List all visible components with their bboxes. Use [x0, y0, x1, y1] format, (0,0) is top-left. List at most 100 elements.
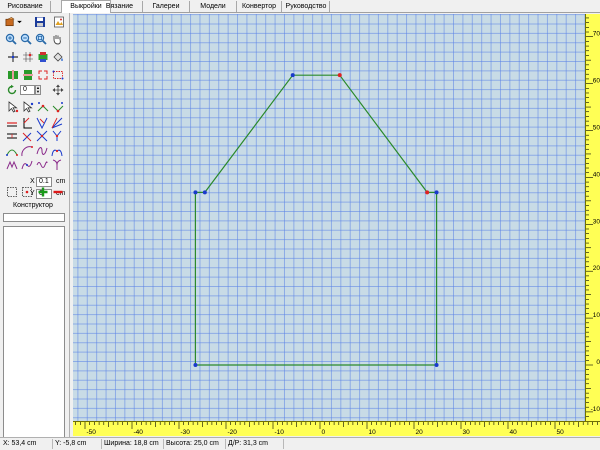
join-node-button[interactable]: [51, 100, 64, 113]
dotted-frame-icon: [52, 70, 63, 79]
curve-tool-button[interactable]: [5, 144, 18, 157]
status-cursor-y: Y: -5,8 cm: [53, 439, 102, 449]
pattern-vertex-4[interactable]: [425, 190, 430, 195]
mirror-vertical-button[interactable]: [21, 68, 34, 81]
angle-tool-button[interactable]: [35, 116, 48, 129]
h-ruler-label: -20: [228, 429, 238, 436]
pattern-vertex-5[interactable]: [337, 73, 342, 78]
grid-point-icon: [22, 51, 33, 62]
pencil-box-icon: [5, 16, 15, 26]
h-ruler-label: 40: [510, 429, 518, 436]
rotate-button[interactable]: [5, 83, 18, 96]
select-node-button[interactable]: [21, 100, 34, 113]
branch-curve-button[interactable]: [50, 158, 63, 171]
bisector-tool-button[interactable]: [50, 116, 63, 129]
horizontal-ruler: -50 -40 -30 -20 -10 0 10 20 30 40 50: [73, 421, 600, 436]
constructor-label: Конструктор: [13, 202, 53, 209]
add-point-button[interactable]: [6, 50, 19, 63]
h-ruler-label: 10: [369, 429, 377, 436]
floppy-disk-icon: [34, 16, 45, 27]
branch-curve-icon: [52, 159, 61, 170]
extend-line-button[interactable]: [20, 129, 33, 142]
move-arrows-icon: [52, 84, 63, 95]
pattern-vertex-3[interactable]: [434, 190, 439, 195]
fill-shape-button[interactable]: [51, 50, 64, 63]
pleat-tool-button[interactable]: [20, 158, 33, 171]
dart-tool-button[interactable]: [5, 158, 18, 171]
wave-icon: [36, 160, 47, 168]
image-file-icon: [53, 16, 64, 27]
wave-tool-button[interactable]: [35, 158, 48, 171]
print-preview-button[interactable]: [52, 15, 65, 28]
constructor-list[interactable]: [3, 226, 65, 446]
offset-line-button[interactable]: [5, 129, 18, 142]
stepper-arrows-icon: ▲ ▼: [36, 85, 40, 94]
select-in-region-button[interactable]: [20, 185, 33, 198]
fork-lines-button[interactable]: [50, 129, 63, 142]
zoom-out-icon: [20, 33, 32, 45]
vertical-ruler: 70 60 50 40 30 20 10 0 -10: [585, 14, 600, 421]
tab-6[interactable]: Конвертор: [237, 1, 282, 12]
pattern-vertex-1[interactable]: [193, 363, 198, 367]
save-button[interactable]: [33, 15, 46, 28]
mirror-horizontal-button[interactable]: [6, 68, 19, 81]
extend-line-icon: [22, 132, 31, 141]
tab-4[interactable]: Галереи: [143, 1, 190, 12]
perpendicular-tool-button[interactable]: [20, 116, 33, 129]
status-width: Ширина: 18,8 cm: [102, 439, 164, 449]
select-arrow-button[interactable]: [6, 100, 19, 113]
crosshair-point-icon: [7, 51, 18, 62]
pattern-shape[interactable]: [73, 14, 585, 421]
constructor-input[interactable]: [3, 213, 65, 222]
cross-lines-button[interactable]: [35, 129, 48, 142]
tab-5[interactable]: Модели: [190, 1, 237, 12]
corner-select-button[interactable]: [36, 68, 49, 81]
split-node-button[interactable]: [36, 100, 49, 113]
pattern-vertex-6[interactable]: [290, 73, 295, 78]
pattern-vertex-2[interactable]: [434, 363, 439, 367]
v-ruler-label: 70: [593, 31, 600, 38]
spline-tool-button[interactable]: [35, 144, 48, 157]
tab-7[interactable]: Руководство: [283, 1, 330, 12]
color-blocks-icon: [38, 51, 47, 62]
pattern-vertex-8[interactable]: [193, 190, 198, 195]
status-diagonal: Д/Р: 31,3 cm: [226, 439, 284, 449]
line-segment-icon: [6, 121, 17, 126]
h-ruler-label: 0: [322, 429, 326, 436]
v-ruler-label: 20: [593, 265, 600, 272]
v-ruler-label: 40: [593, 171, 600, 178]
rotate-angle-input[interactable]: 0: [20, 85, 35, 95]
add-button[interactable]: [36, 185, 49, 198]
zoom-fit-icon: [35, 33, 47, 45]
pan-button[interactable]: [50, 32, 63, 45]
zoom-in-icon: [5, 33, 17, 45]
dashed-square-node-icon: [21, 186, 32, 197]
rotate-angle-stepper[interactable]: ▲ ▼: [35, 85, 41, 95]
pleat-icon: [21, 160, 32, 169]
zoom-in-button[interactable]: [4, 32, 17, 45]
grid-point-button[interactable]: [21, 50, 34, 63]
status-height: Высота: 25,0 cm: [164, 439, 226, 449]
tab-1[interactable]: Рисование: [0, 1, 51, 12]
node-join-icon: [52, 101, 63, 112]
line-tool-button[interactable]: [5, 116, 18, 129]
zoom-out-button[interactable]: [19, 32, 32, 45]
tab-3[interactable]: Вязание: [97, 1, 143, 12]
mirror-horizontal-icon: [7, 69, 18, 80]
arc-tool-button[interactable]: [20, 144, 33, 157]
pattern-vertex-7[interactable]: [202, 190, 207, 195]
zoom-fit-button[interactable]: [34, 32, 47, 45]
pattern-outline[interactable]: [194, 74, 438, 366]
shape-color-button[interactable]: [36, 50, 49, 63]
select-frame-button[interactable]: [51, 68, 64, 81]
select-region-button[interactable]: [5, 185, 18, 198]
corner-select-icon: [38, 70, 47, 79]
cross-lines-icon: [36, 130, 47, 141]
dart-icon: [6, 160, 17, 169]
curve-fork-button[interactable]: [50, 144, 63, 157]
spline-icon: [36, 146, 47, 155]
remove-button[interactable]: [51, 185, 64, 198]
drawing-canvas[interactable]: [73, 14, 585, 421]
draw-tool-dropdown-button[interactable]: [3, 15, 25, 28]
move-button[interactable]: [51, 83, 64, 96]
